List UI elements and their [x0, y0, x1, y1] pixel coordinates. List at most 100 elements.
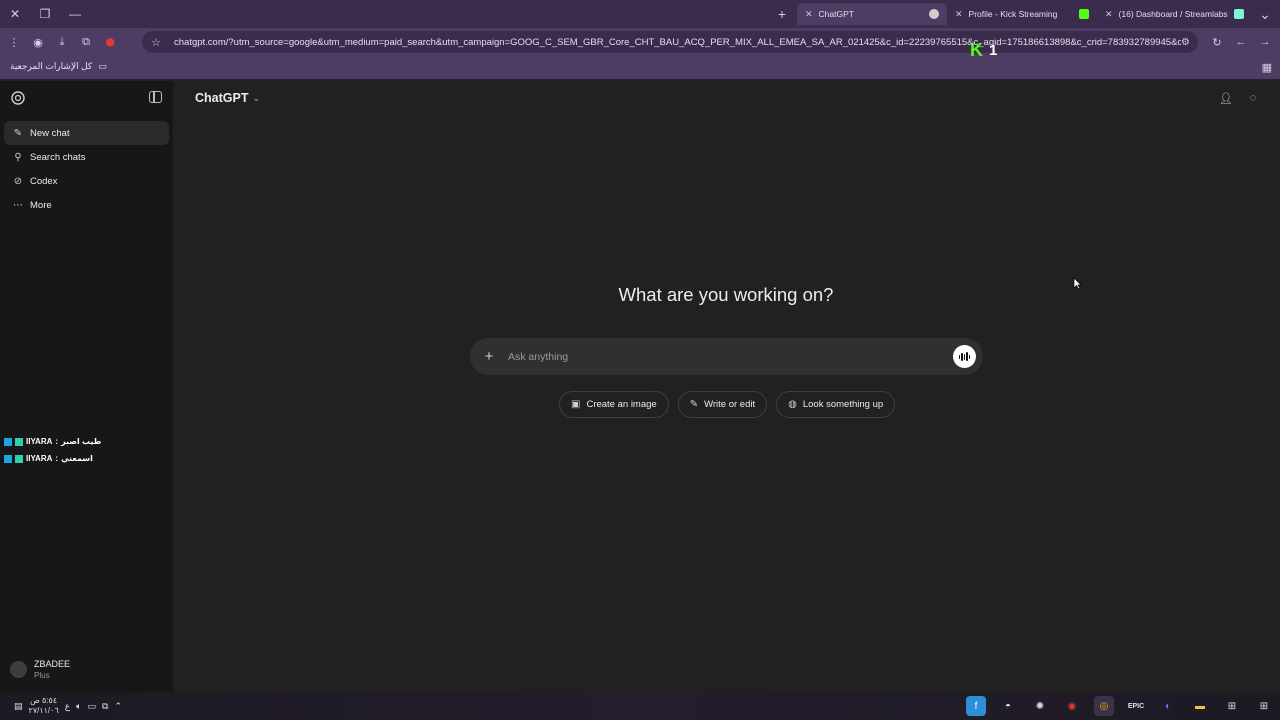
restore-window-icon[interactable]: ❐: [30, 0, 60, 28]
composer: +: [470, 338, 983, 375]
search-icon: ⚲: [14, 151, 22, 163]
all-bookmarks-button[interactable]: كل الإشارات المرجعية ▭: [10, 61, 107, 72]
url-text[interactable]: chatgpt.com/?utm_source=google&utm_mediu…: [174, 37, 1181, 48]
chat-username: IIYARA: [26, 437, 53, 446]
badge-icon: [4, 454, 12, 463]
sidebar-item-label: More: [30, 199, 52, 211]
look-something-up-button[interactable]: ◍ Look something up: [776, 391, 896, 418]
chat-separator: :: [55, 437, 59, 446]
badge-icon: [15, 454, 23, 463]
sidebar-item-label: Search chats: [30, 151, 86, 163]
chat-separator: :: [55, 454, 59, 463]
chat-message: IIYARA : اسمعني: [4, 450, 101, 467]
add-attachment-icon[interactable]: +: [470, 348, 508, 365]
badge-icon: [4, 437, 12, 446]
tab-label: Profile - Kick Streaming: [968, 9, 1058, 19]
streamlabs-favicon-icon: [1234, 9, 1244, 19]
display-icon[interactable]: ⧉: [102, 701, 108, 712]
badge-icon: [15, 437, 23, 446]
write-or-edit-button[interactable]: ✎ Write or edit: [677, 391, 768, 418]
share-user-icon[interactable]: 👤︎: [1218, 90, 1234, 106]
create-image-button[interactable]: ▣ Create an image: [559, 391, 669, 418]
minimize-window-icon[interactable]: —: [60, 0, 90, 28]
all-bookmarks-label: كل الإشارات المرجعية: [10, 61, 93, 71]
steam-app-icon[interactable]: ◓: [998, 696, 1018, 716]
show-hidden-icons-chevron-icon[interactable]: ⌃: [114, 701, 122, 712]
stream-chat-overlay: IIYARA : طيب اصبر IIYARA : اسمعني: [4, 433, 101, 467]
chat-username: IIYARA: [26, 454, 53, 463]
avatar: [10, 661, 27, 678]
download-icon[interactable]: ⤓: [50, 30, 74, 54]
discord-app-icon[interactable]: ◐: [1158, 696, 1178, 716]
back-icon[interactable]: →: [1253, 30, 1277, 54]
profile-avatar-icon[interactable]: ◉: [26, 30, 50, 54]
model-selector[interactable]: ChatGPT ⌄: [195, 91, 260, 105]
windows-taskbar: ▤ ٥:٥٤ ص ٢٧/١١/٠٦ ع 🔈︎ ▭ ⧉ ⌃ f ◓ ✺ ◉ ◎ E…: [0, 692, 1280, 720]
user-name: ZBADEE: [34, 659, 71, 669]
kick-favicon-icon: [1079, 9, 1089, 19]
chip-label: Write or edit: [704, 399, 756, 410]
volume-icon[interactable]: 🔈︎: [76, 701, 81, 712]
forward-icon[interactable]: ←: [1229, 30, 1253, 54]
chip-label: Create an image: [586, 399, 657, 410]
input-language-indicator[interactable]: ع: [65, 701, 70, 712]
more-icon: ⋯: [13, 199, 23, 211]
address-bar[interactable]: ☆ chatgpt.com/?utm_source=google&utm_med…: [142, 31, 1198, 53]
user-plan: Plus: [34, 671, 50, 680]
clock-time: ٥:٥٤ ص: [30, 696, 58, 705]
bookmark-star-icon[interactable]: ☆: [144, 30, 168, 54]
fiverr-app-icon[interactable]: f: [966, 696, 986, 716]
temporary-chat-icon[interactable]: ◌: [1245, 90, 1261, 106]
bookmarks-bar: كل الإشارات المرجعية ▭ ▦: [0, 56, 1280, 80]
tab-search-icon[interactable]: ⌄: [1254, 3, 1276, 25]
suggestion-chips: ▣ Create an image ✎ Write or edit ◍ Look…: [559, 391, 896, 418]
close-tab-icon[interactable]: ✕: [1105, 9, 1113, 20]
codex-icon: ⊘: [13, 175, 23, 187]
close-tab-icon[interactable]: ✕: [805, 9, 813, 20]
sidebar-item-more[interactable]: ⋯ More: [4, 193, 169, 217]
voice-mode-button[interactable]: [953, 345, 976, 368]
prompt-input[interactable]: [508, 350, 953, 363]
browser-toolbar: ⋮ ◉ ⤓ ⧉ ⬢ ☆ chatgpt.com/?utm_source=goog…: [0, 28, 1280, 56]
close-window-icon[interactable]: ✕: [0, 0, 30, 28]
menu-icon[interactable]: ⋮: [2, 30, 26, 54]
adblock-icon[interactable]: ⬢: [98, 30, 122, 54]
tab-label: ChatGPT: [818, 9, 854, 19]
steelseries-app-icon[interactable]: ✺: [1030, 696, 1050, 716]
sidebar-item-search-chats[interactable]: ⚲ Search chats: [4, 145, 169, 169]
chrome-app-icon[interactable]: ◎: [1094, 696, 1114, 716]
site-settings-icon[interactable]: ⚙: [1181, 37, 1190, 48]
tab-streamlabs-dashboard[interactable]: ✕ (16) Dashboard / Streamlabs: [1097, 3, 1252, 25]
streaming-app-icon[interactable]: ◉: [1062, 696, 1082, 716]
close-tab-icon[interactable]: ✕: [955, 9, 963, 20]
sidebar-item-codex[interactable]: ⊘ Codex: [4, 169, 169, 193]
network-icon[interactable]: ▭: [88, 701, 97, 712]
user-profile-button[interactable]: ZBADEE Plus: [10, 659, 70, 680]
tab-chatgpt[interactable]: ✕ ChatGPT: [797, 3, 947, 25]
chatgpt-favicon-icon: [929, 9, 939, 19]
notification-icon[interactable]: ▤: [14, 701, 23, 712]
file-explorer-app-icon[interactable]: ▬: [1190, 696, 1210, 716]
task-view-icon[interactable]: ⊞: [1222, 696, 1242, 716]
reload-icon[interactable]: ↻: [1205, 30, 1229, 54]
extensions-icon[interactable]: ⧉: [74, 30, 98, 54]
chevron-down-icon: ⌄: [252, 92, 261, 103]
tab-label: (16) Dashboard / Streamlabs: [1118, 9, 1228, 19]
epic-games-app-icon[interactable]: EPIC: [1126, 696, 1146, 716]
apps-grid-icon[interactable]: ▦: [1262, 61, 1272, 74]
clock[interactable]: ٥:٥٤ ص ٢٧/١١/٠٦: [29, 696, 59, 716]
sidebar-toggle-icon[interactable]: [149, 91, 162, 103]
model-name: ChatGPT: [195, 91, 249, 105]
start-menu-icon[interactable]: ⊞: [1254, 696, 1274, 716]
taskbar-apps: f ◓ ✺ ◉ ◎ EPIC ◐ ▬ ⊞ ⊞: [966, 692, 1274, 720]
openai-logo-icon[interactable]: [10, 90, 26, 106]
new-tab-button[interactable]: +: [771, 3, 793, 25]
chat-text: اسمعني: [61, 454, 93, 463]
edit-icon: ✎: [13, 127, 23, 139]
mouse-cursor-icon: [1073, 277, 1082, 290]
system-tray: ▤ ٥:٥٤ ص ٢٧/١١/٠٦ ع 🔈︎ ▭ ⧉ ⌃: [14, 692, 122, 720]
folder-icon: ▭: [98, 61, 107, 71]
tab-kick-profile[interactable]: ✕ Profile - Kick Streaming: [947, 3, 1097, 25]
sidebar-item-new-chat[interactable]: ✎ New chat: [4, 121, 169, 145]
chat-text: طيب اصبر: [61, 437, 102, 446]
